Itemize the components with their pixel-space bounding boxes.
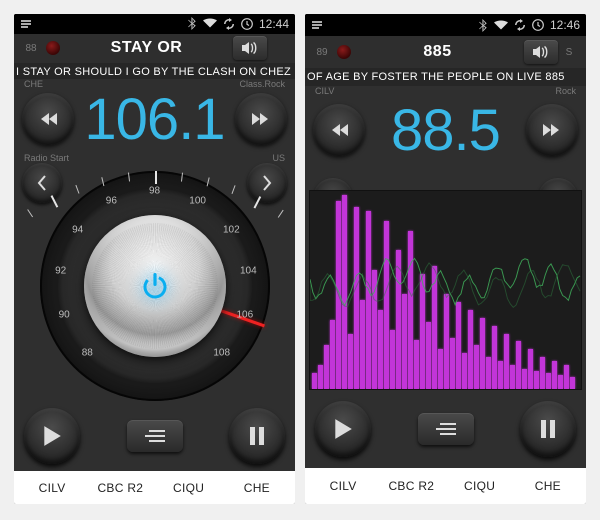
presets-menu-button[interactable] [127, 420, 183, 452]
play-icon [333, 418, 353, 440]
sync-icon [223, 18, 235, 30]
notification-icon [20, 18, 32, 30]
status-bar: 12:44 [14, 14, 295, 34]
nav-left-label: Radio Start [24, 153, 69, 163]
power-knob[interactable] [84, 215, 226, 357]
pause-icon [540, 419, 556, 439]
clock-status-icon [532, 19, 544, 31]
bluetooth-icon [188, 17, 197, 30]
header-freq-abbrev: 89 [311, 47, 333, 58]
list-icon [435, 422, 457, 436]
presets-menu-button[interactable] [418, 413, 474, 445]
speaker-button[interactable] [524, 40, 558, 64]
prev-station-button[interactable] [313, 104, 365, 156]
skip-next-icon [541, 122, 563, 138]
preset-1[interactable]: CILV [309, 479, 377, 493]
station-title: STAY OR [60, 39, 233, 57]
frequency-row: CHE Class.Rock 106.1 [14, 79, 295, 157]
speaker-icon [241, 41, 259, 55]
next-station-button[interactable] [235, 93, 287, 145]
pause-button[interactable] [229, 408, 285, 464]
play-icon [42, 425, 62, 447]
status-time: 12:46 [550, 18, 580, 32]
preset-3[interactable]: CIQU [446, 479, 514, 493]
spectrum-visualizer [309, 190, 582, 390]
header-freq-abbrev: 88 [20, 43, 42, 54]
station-title: 885 [351, 43, 524, 61]
preset-3[interactable]: CIQU [155, 481, 223, 495]
frequency-display: 88.5 [365, 97, 526, 164]
station-genre-right: Rock [555, 86, 576, 96]
power-icon [138, 269, 172, 303]
wifi-icon [494, 20, 508, 31]
preset-4[interactable]: CHE [223, 481, 291, 495]
station-id-left: CHE [24, 79, 43, 89]
speaker-button[interactable] [233, 36, 267, 60]
wifi-icon [203, 18, 217, 29]
status-bar: 12:46 [305, 14, 586, 36]
record-indicator[interactable] [46, 41, 60, 55]
list-icon [144, 429, 166, 443]
preset-1[interactable]: CILV [18, 481, 86, 495]
transport-controls [305, 390, 586, 468]
skip-prev-icon [37, 111, 59, 127]
sync-icon [514, 19, 526, 31]
phone-left: 12:44 88 STAY OR I STAY OR SHOULD I GO B… [14, 14, 295, 504]
waveform-overlay [310, 191, 581, 389]
preset-2[interactable]: CBC R2 [377, 479, 445, 493]
station-genre-right: Class.Rock [239, 79, 285, 89]
preset-row: CILV CBC R2 CIQU CHE [14, 471, 295, 504]
preset-4[interactable]: CHE [514, 479, 582, 493]
station-id-left: CILV [315, 86, 334, 96]
app-header: 89 885 S [305, 36, 586, 68]
pause-icon [249, 426, 265, 446]
play-button[interactable] [24, 408, 80, 464]
record-indicator[interactable] [337, 45, 351, 59]
now-playing-ticker: OF AGE BY FOSTER THE PEOPLE ON LIVE 885 [305, 68, 586, 86]
tuning-dial[interactable]: 889092949698100102104106108 [40, 171, 270, 401]
speaker-icon [532, 45, 550, 59]
prev-station-button[interactable] [22, 93, 74, 145]
next-station-button[interactable] [526, 104, 578, 156]
now-playing-ticker: I STAY OR SHOULD I GO BY THE CLASH ON CH… [14, 63, 295, 79]
frequency-display: 106.1 [74, 86, 235, 153]
clock-status-icon [241, 18, 253, 30]
preset-row: CILV CBC R2 CIQU CHE [305, 468, 586, 504]
skip-next-icon [250, 111, 272, 127]
transport-controls [14, 401, 295, 472]
status-time: 12:44 [259, 17, 289, 31]
phone-right: 12:46 89 885 S OF AGE BY FOSTER THE PEOP… [305, 14, 586, 504]
skip-prev-icon [328, 122, 350, 138]
preset-2[interactable]: CBC R2 [86, 481, 154, 495]
app-header: 88 STAY OR [14, 34, 295, 63]
header-suffix: S [558, 47, 580, 58]
bluetooth-icon [479, 19, 488, 32]
nav-right-label: US [272, 153, 285, 163]
pause-button[interactable] [520, 401, 576, 457]
tuning-dial-area: 889092949698100102104106108 [14, 171, 295, 401]
play-button[interactable] [315, 401, 371, 457]
frequency-row: CILV Rock 88.5 [305, 86, 586, 172]
notification-icon [311, 19, 323, 31]
